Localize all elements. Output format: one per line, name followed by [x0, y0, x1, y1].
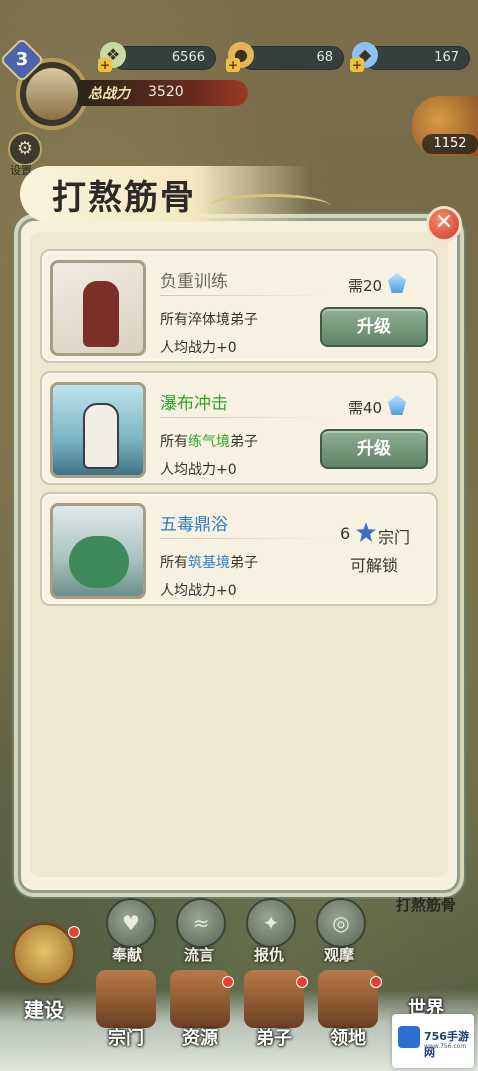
close-button[interactable]: ✕ — [426, 206, 462, 242]
swirl-icon: ≈ — [192, 911, 210, 935]
nav-label: 资源 — [182, 1028, 218, 1049]
offering-button[interactable]: ♥ — [106, 898, 156, 948]
add-gold-button[interactable]: + — [226, 58, 240, 72]
skill-label: 观摩 — [324, 946, 355, 964]
star-icon — [356, 522, 376, 542]
side-label: 打熬筋骨 — [396, 896, 457, 914]
item-portrait — [50, 260, 146, 356]
waterfall-figure — [83, 403, 119, 469]
notification-dot — [296, 976, 308, 988]
nav-label: 宗门 — [108, 1028, 144, 1049]
crystal-icon — [388, 395, 406, 415]
item-name: 瀑布冲击 — [160, 394, 228, 414]
training-item: 负重训练 所有淬体境弟子 人均战力+0 需20 升级 — [40, 249, 438, 363]
heart-icon: ♥ — [122, 911, 140, 935]
gold-counter: 68 — [240, 46, 344, 70]
item-name: 五毒鼎浴 — [160, 515, 228, 535]
item-portrait — [50, 503, 146, 599]
item-power: 人均战力+0 — [160, 462, 237, 478]
eye-icon: ◎ — [332, 911, 350, 935]
nav-sect-button[interactable] — [96, 970, 156, 1028]
sword-icon: ✦ — [262, 911, 280, 935]
upgrade-button[interactable]: 升级 — [320, 307, 428, 347]
skill-label: 流言 — [184, 946, 215, 964]
top-hud: 3 6566 ❖ + 68 ● + 167 ◆ + 总战力 3520 ⚙ 设置 … — [0, 0, 478, 177]
dialog-title: 打熬筋骨 — [52, 178, 196, 218]
item-cost: 需40 — [348, 399, 383, 417]
nav-disciple-button[interactable] — [244, 970, 304, 1028]
nav-resource-button[interactable] — [170, 970, 230, 1028]
notification-dot — [370, 976, 382, 988]
build-label: 建设 — [24, 998, 64, 1022]
item-portrait — [50, 382, 146, 478]
unlock-text: 可解锁 — [350, 556, 399, 575]
crystal-counter: 167 — [364, 46, 470, 70]
power-value: 3520 — [148, 84, 184, 100]
gear-icon: ⚙ — [16, 138, 34, 159]
item-power: 人均战力+0 — [160, 340, 237, 356]
avatar-image — [26, 68, 78, 120]
build-button[interactable] — [12, 922, 76, 986]
divider — [160, 538, 330, 539]
item-name: 负重训练 — [160, 272, 228, 292]
nav-label: 弟子 — [256, 1028, 292, 1049]
unlock-unit: 宗门 — [378, 528, 411, 547]
settings-button[interactable]: ⚙ — [8, 132, 42, 166]
add-crystal-button[interactable]: + — [350, 58, 364, 72]
item-power: 人均战力+0 — [160, 583, 237, 599]
crystal-icon — [388, 273, 406, 293]
upgrade-button[interactable]: 升级 — [320, 429, 428, 469]
training-item: 五毒鼎浴 所有筑基境弟子 人均战力+0 6 宗门 可解锁 — [40, 492, 438, 606]
notification-dot — [222, 976, 234, 988]
notification-dot — [68, 926, 80, 938]
rumor-button[interactable]: ≈ — [176, 898, 226, 948]
power-label: 总战力 — [88, 86, 130, 102]
item-cost: 需20 — [348, 277, 383, 295]
nav-territory-button[interactable] — [318, 970, 378, 1028]
divider — [160, 295, 330, 296]
revenge-button[interactable]: ✦ — [246, 898, 296, 948]
skill-label: 报仇 — [254, 946, 285, 964]
cauldron-figure — [69, 536, 129, 588]
add-jade-button[interactable]: + — [98, 58, 112, 72]
item-scope: 所有淬体境弟子 — [160, 312, 258, 328]
item-scope: 所有练气境弟子 — [160, 434, 258, 450]
jade-counter: 6566 — [112, 46, 216, 70]
title-decoration — [210, 194, 330, 218]
nav-label: 领地 — [330, 1028, 366, 1049]
watermark-logo-icon — [398, 1026, 420, 1048]
skill-label: 奉献 — [112, 946, 143, 964]
divider — [160, 417, 330, 418]
watermark-url: www.756.com — [424, 1043, 467, 1050]
martial-artist-figure — [83, 281, 119, 347]
close-icon: ✕ — [434, 210, 454, 235]
unlock-count: 6 — [340, 524, 351, 543]
treasure-count: 1152 — [422, 134, 478, 154]
item-scope: 所有筑基境弟子 — [160, 555, 258, 571]
training-item: 瀑布冲击 所有练气境弟子 人均战力+0 需40 升级 — [40, 371, 438, 485]
observe-button[interactable]: ◎ — [316, 898, 366, 948]
level-number: 3 — [15, 49, 29, 70]
